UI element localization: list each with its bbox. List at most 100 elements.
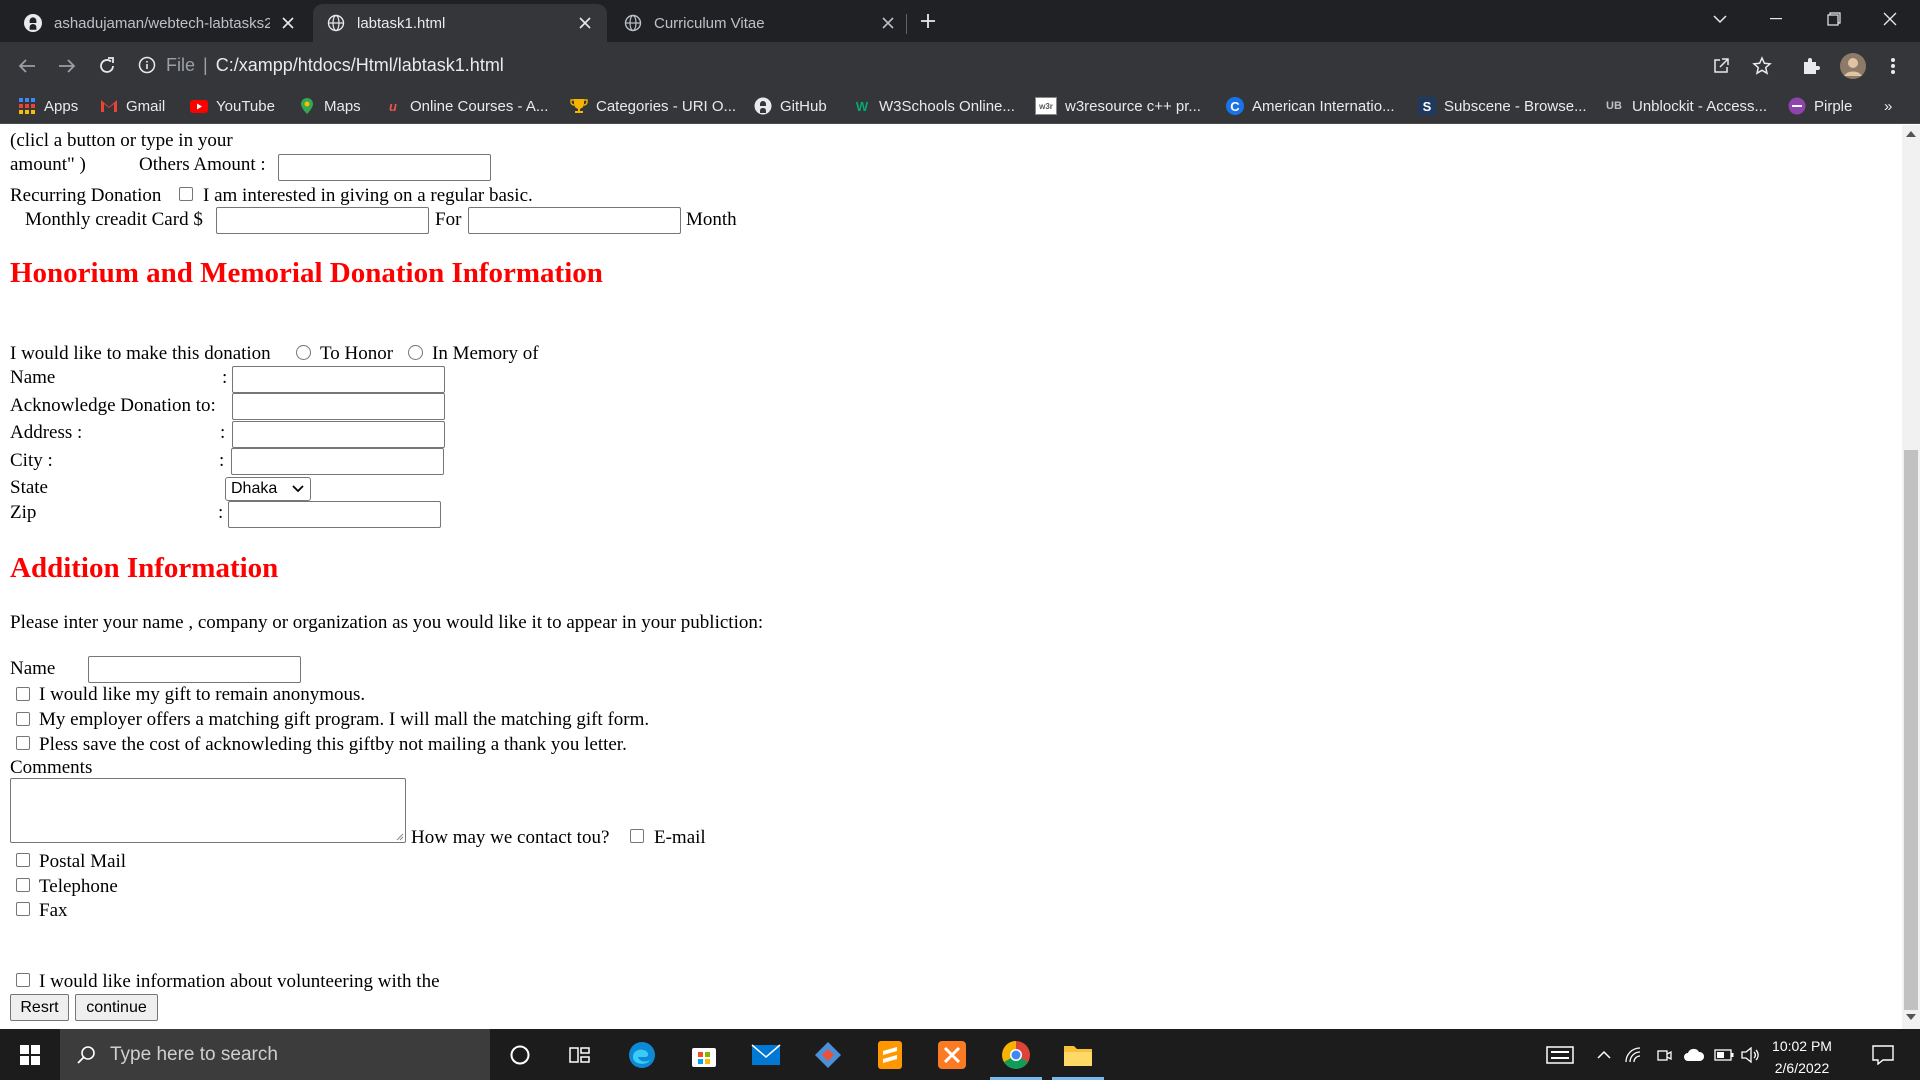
months-input[interactable] [468,207,681,234]
honor-name-input[interactable] [232,366,445,393]
taskbar-store[interactable] [674,1029,734,1080]
taskbar-git[interactable] [798,1029,858,1080]
bookmark-label: Maps [324,97,361,115]
tray-volume[interactable] [1738,1029,1764,1080]
bookmark-aiub[interactable]: C American Internatio... [1226,94,1395,118]
cortana-button[interactable] [490,1029,550,1080]
taskbar-chrome[interactable] [986,1029,1046,1080]
city-input[interactable] [231,448,444,475]
extensions-button[interactable] [1794,49,1828,83]
info-icon [138,56,156,74]
reset-button[interactable]: Resrt [10,994,69,1021]
udemy-icon: u [389,98,397,114]
bookmark-uri[interactable]: Categories - URI O... [570,94,736,118]
tab-github[interactable]: ashadujaman/webtech-labtasks2 [10,4,310,42]
postal-mail-checkbox[interactable] [16,853,30,867]
close-tab-icon[interactable] [278,13,298,33]
close-window-button[interactable] [1862,0,1918,38]
taskbar-file-explorer[interactable] [1048,1029,1108,1080]
tab-search-button[interactable] [1692,0,1748,38]
page-scrollbar[interactable] [1902,125,1920,1029]
forward-button[interactable] [50,49,84,83]
taskbar-edge[interactable] [612,1029,672,1080]
tab-labtask1[interactable]: labtask1.html [313,4,607,42]
restore-button[interactable] [1806,0,1862,38]
bookmark-unblockit[interactable]: UB Unblockit - Access... [1604,94,1767,118]
address-bar[interactable]: File | C:/xampp/htdocs/Html/labtask1.htm… [138,47,1738,83]
others-amount-input[interactable] [278,154,491,181]
employer-match-checkbox[interactable] [16,712,30,726]
email-contact-checkbox[interactable] [630,829,644,843]
minimize-button[interactable] [1748,0,1804,38]
bookmark-star-button[interactable] [1745,49,1779,83]
bookmark-maps[interactable]: Maps [298,94,361,118]
addition-name-input[interactable] [88,656,301,683]
bookmark-label: GitHub [780,97,827,115]
bookmark-w3resource[interactable]: w3r w3resource c++ pr... [1035,94,1201,118]
recurring-donation-checkbox[interactable] [179,187,193,201]
reload-button[interactable] [90,49,124,83]
new-tab-button[interactable] [908,2,948,40]
bookmark-label: w3resource c++ pr... [1065,97,1201,115]
anonymous-checkbox[interactable] [16,687,30,701]
cloud-icon [1684,1048,1705,1061]
tray-onedrive[interactable] [1680,1029,1708,1080]
bookmark-subscene[interactable]: S Subscene - Browse... [1418,94,1587,118]
employer-match-label: My employer offers a matching gift progr… [39,709,650,730]
address-input[interactable] [232,421,445,448]
save-cost-checkbox[interactable] [16,736,30,750]
maps-icon [298,97,316,115]
close-tab-icon[interactable] [878,13,898,33]
tab-curriculum-vitae[interactable]: Curriculum Vitae [610,4,910,42]
volunteer-checkbox[interactable] [16,973,30,987]
close-tab-icon[interactable] [575,13,595,33]
continue-button[interactable]: continue [75,994,158,1021]
scroll-thumb[interactable] [1904,450,1918,1010]
zip-input[interactable] [228,501,441,528]
profile-button[interactable] [1836,49,1870,83]
honorium-heading: Honorium and Memorial Donation Informati… [10,257,603,289]
start-button[interactable] [0,1029,60,1080]
bookmark-w3schools[interactable]: W W3Schools Online... [853,94,1015,118]
tray-battery[interactable] [1710,1029,1738,1080]
amount-text-line-1: (clicl a button or type in your [10,130,233,151]
recurring-donation-label: Recurring Donation [10,185,162,206]
scroll-down-icon[interactable] [1906,1014,1916,1021]
acknowledge-input[interactable] [232,393,445,420]
in-memory-radio[interactable] [408,345,423,360]
subscene-icon: S [1418,97,1436,115]
taskbar-mail[interactable] [736,1029,796,1080]
bookmark-pirple[interactable]: Pirple [1788,94,1852,118]
colon: : [220,422,226,443]
taskbar-clock[interactable]: 10:02 PM 2/6/2022 [1762,1035,1842,1079]
notification-center-button[interactable] [1860,1029,1906,1080]
scroll-up-icon[interactable] [1906,130,1916,137]
telephone-checkbox[interactable] [16,878,30,892]
to-honor-radio[interactable] [296,345,311,360]
bookmark-youtube[interactable]: YouTube [190,94,275,118]
taskbar-xampp[interactable] [922,1029,982,1080]
bookmark-udemy[interactable]: u Online Courses - A... [384,94,548,118]
more-bookmarks-button[interactable]: » [1884,94,1892,118]
tray-network[interactable] [1620,1029,1648,1080]
tray-show-hidden[interactable] [1590,1029,1618,1080]
state-select[interactable]: Dhaka [225,477,311,501]
bookmark-apps[interactable]: Apps [18,94,78,118]
back-button[interactable] [10,49,44,83]
tray-keyboard[interactable] [1540,1029,1580,1080]
search-icon [77,1045,95,1064]
bookmark-github[interactable]: GitHub [754,94,827,118]
menu-button[interactable] [1876,49,1910,83]
task-view-button[interactable] [550,1029,610,1080]
taskbar-search-box[interactable]: Type here to search [60,1029,490,1080]
bookmark-gmail[interactable]: Gmail [100,94,165,118]
recurring-checkbox-label: I am interested in giving on a regular b… [203,185,533,206]
taskbar-sublime[interactable] [860,1029,920,1080]
tray-meet[interactable] [1650,1029,1678,1080]
comments-textarea[interactable] [10,778,406,843]
share-button[interactable] [1704,49,1738,83]
bookmark-label: Categories - URI O... [596,97,737,115]
fax-checkbox[interactable] [16,902,30,916]
monthly-amount-input[interactable] [216,207,429,234]
month-label: Month [686,209,737,230]
